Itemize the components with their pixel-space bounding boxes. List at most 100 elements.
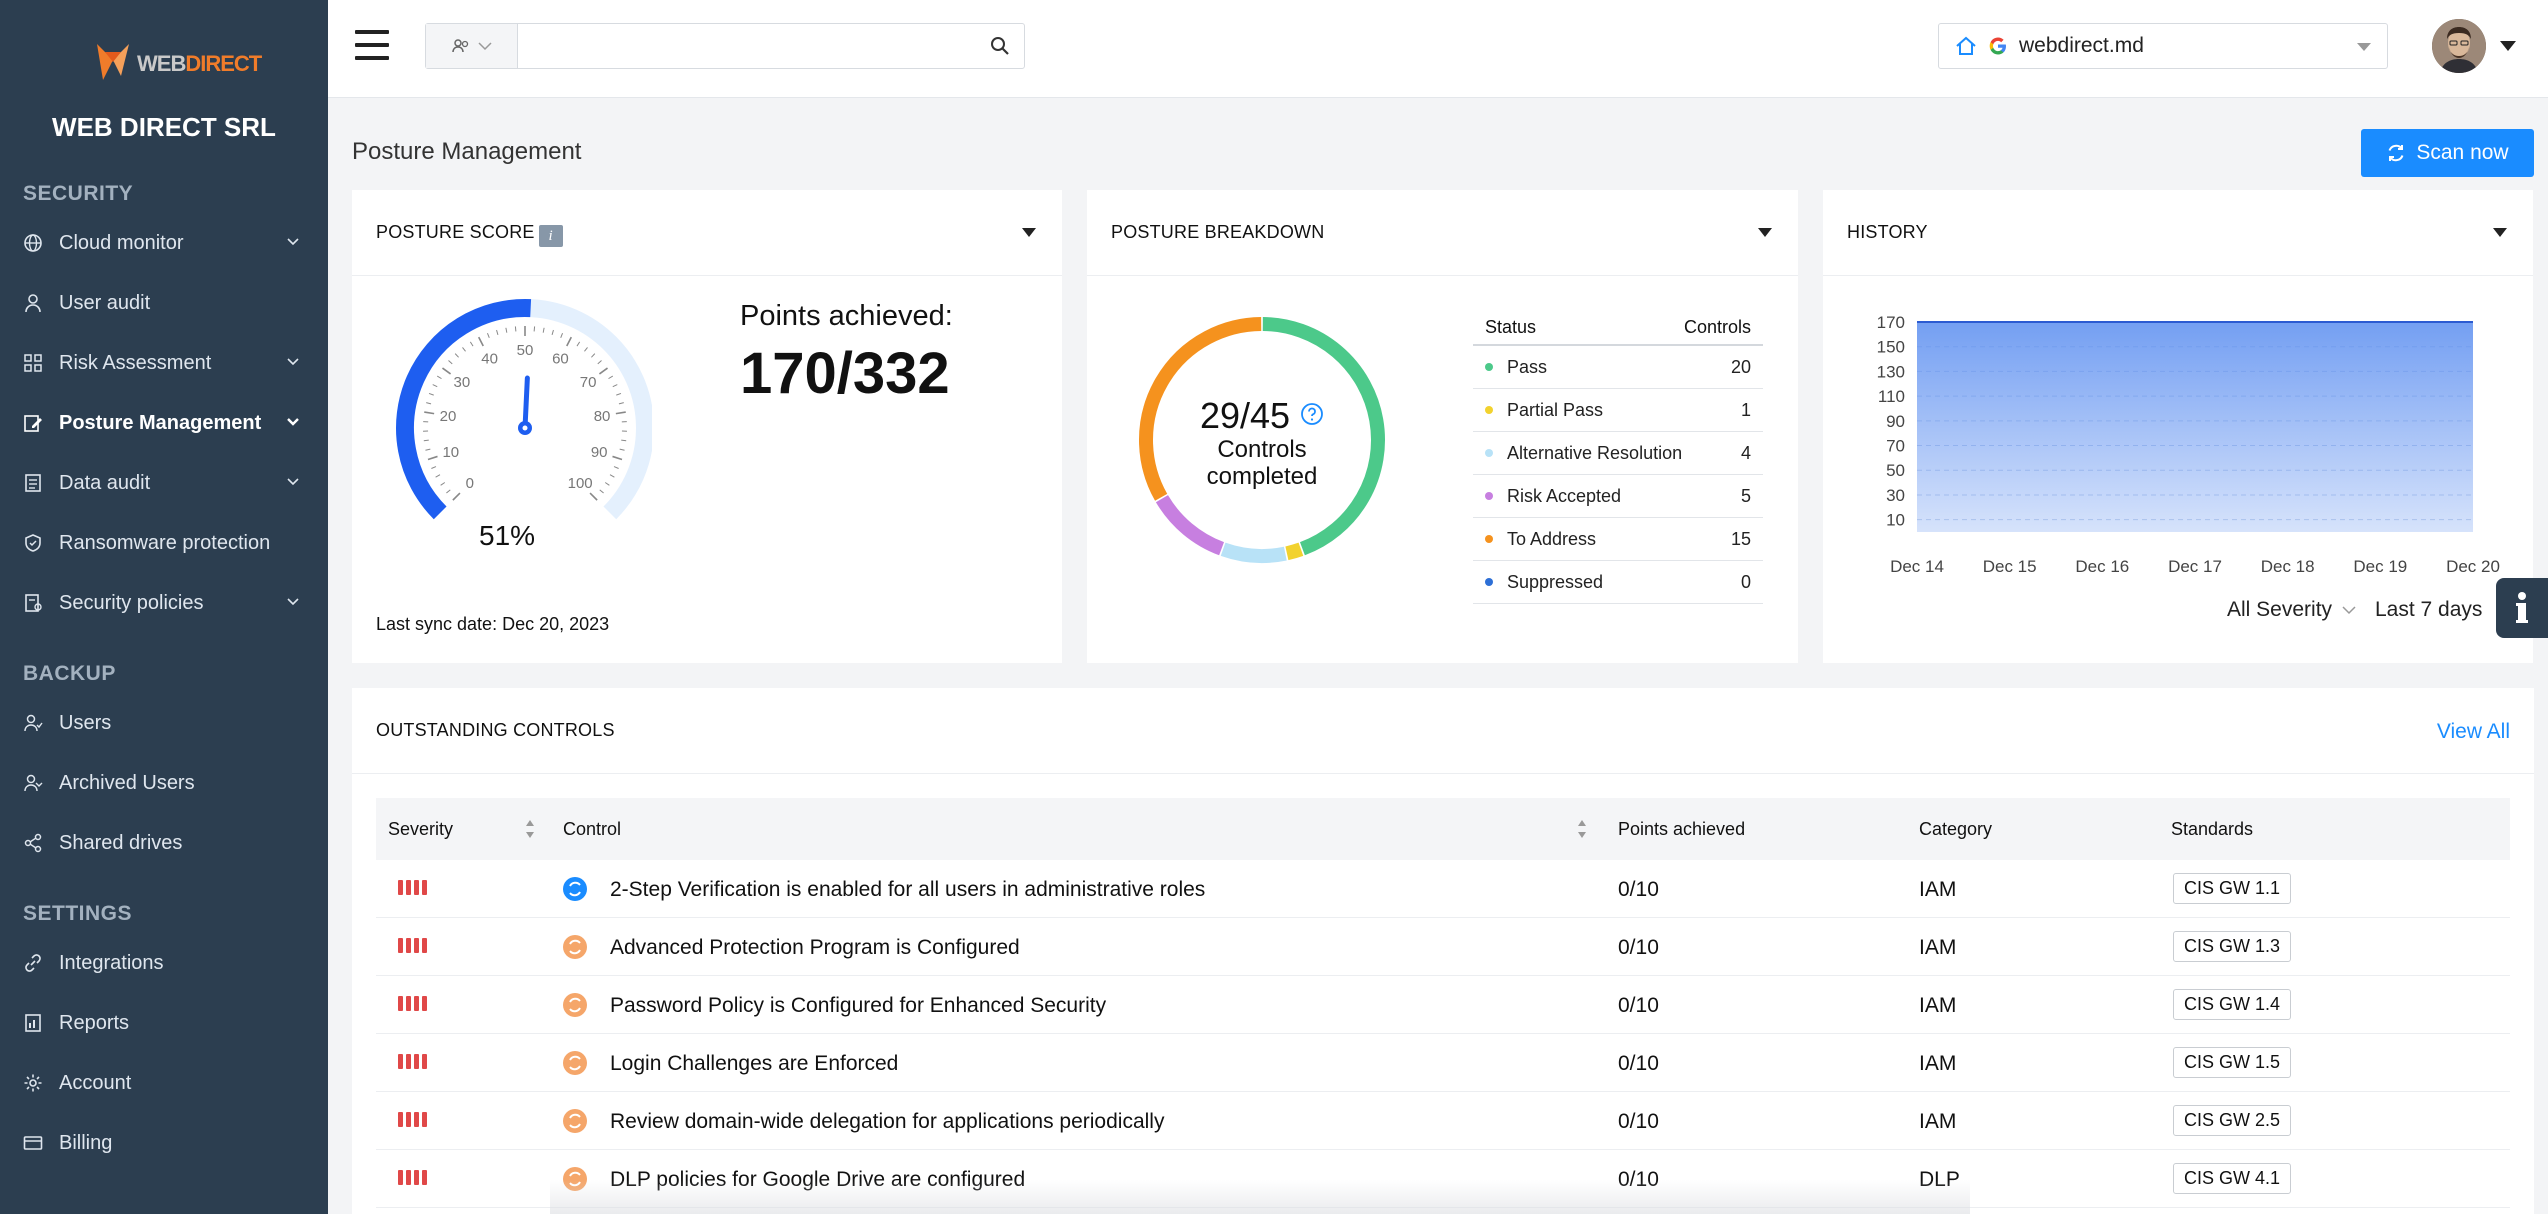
sidebar-item-label: Posture Management [59, 411, 262, 434]
posture-score-card: POSTURE SCORE i 0 10 20 30 40 50 60 70 80 90 100 51… [352, 190, 1062, 663]
chevron-down-icon [287, 598, 299, 606]
sidebar-item-account[interactable]: Account [0, 1057, 328, 1109]
range-filter[interactable]: Last 7 days [2375, 598, 2482, 622]
chevron-down-icon [287, 418, 299, 426]
to-address-icon [563, 935, 587, 959]
sidebar-item-reports[interactable]: Reports [0, 997, 328, 1049]
control-points: 0/10 [1618, 994, 1659, 1017]
sidebar-item-user-audit[interactable]: User audit [0, 277, 328, 329]
sidebar-item-label: Cloud monitor [59, 231, 184, 254]
x-tick-label: Dec 18 [2261, 557, 2315, 576]
menu-toggle-button[interactable] [355, 30, 389, 60]
info-fab-button[interactable] [2496, 578, 2548, 638]
card-header: POSTURE BREAKDOWN [1087, 190, 1798, 276]
domain-select[interactable]: webdirect.md [1938, 23, 2388, 69]
status-row[interactable]: Pass 20 [1473, 346, 1763, 389]
sidebar-item-label: Reports [59, 1011, 130, 1034]
column-header-control[interactable]: Control [563, 819, 621, 840]
search-input[interactable] [520, 24, 980, 68]
sidebar-item-cloud-monitor[interactable]: Cloud monitor [0, 217, 328, 269]
sidebar: WEBDIRECT WEB DIRECT SRL SECURITY BACKUP… [0, 0, 328, 1214]
search-scope-dropdown[interactable] [426, 24, 518, 68]
card-menu-caret-icon[interactable] [2493, 228, 2507, 237]
help-icon[interactable] [1300, 402, 1324, 426]
sidebar-item-data-audit[interactable]: Data audit [0, 457, 328, 509]
donut-segment-alternative-resolution[interactable] [1220, 542, 1287, 563]
status-dot-icon [1485, 491, 1493, 500]
severity-filter[interactable]: All Severity [2227, 598, 2356, 622]
avatar[interactable] [2432, 19, 2486, 73]
status-row[interactable]: Alternative Resolution 4 [1473, 432, 1763, 475]
sidebar-item-label: User audit [59, 291, 151, 314]
status-row[interactable]: Risk Accepted 5 [1473, 475, 1763, 518]
status-table-header: Status Controls [1473, 310, 1763, 346]
sidebar-item-users[interactable]: Users [0, 697, 328, 749]
points-label: Points achieved: [740, 300, 953, 332]
control-name: Login Challenges are Enforced [610, 1052, 899, 1075]
control-category: IAM [1919, 1110, 1957, 1133]
search-icon[interactable] [990, 36, 1010, 56]
status-count: 5 [1740, 485, 1751, 506]
scan-now-button[interactable]: Scan now [2361, 129, 2534, 177]
last-sync-date: Last sync date: Dec 20, 2023 [376, 614, 610, 634]
gauge-tick-label: 20 [440, 408, 457, 425]
status-label: Suppressed [1507, 571, 1604, 592]
sidebar-item-shared-drives[interactable]: Shared drives [0, 817, 328, 869]
gauge-tick [440, 482, 446, 486]
user-menu-caret-icon[interactable] [2500, 41, 2516, 51]
card-menu-caret-icon[interactable] [1758, 228, 1772, 237]
sort-icon[interactable] [1576, 818, 1588, 840]
severity-critical-icon [398, 1112, 427, 1127]
chevron-down-icon [287, 358, 299, 366]
table-row[interactable]: Advanced Protection Program is Configure… [376, 918, 2510, 976]
control-name: Advanced Protection Program is Configure… [610, 936, 1020, 959]
gauge-tick [425, 448, 431, 451]
status-row[interactable]: To Address 15 [1473, 518, 1763, 561]
status-count: 1 [1740, 399, 1751, 420]
y-tick-label: 30 [1886, 486, 1905, 505]
sidebar-item-archived-users[interactable]: Archived Users [0, 757, 328, 809]
donut-segment-partial-pass[interactable] [1285, 542, 1304, 561]
home-icon [1955, 36, 1977, 56]
to-address-icon [563, 1109, 587, 1133]
chevron-down-icon [287, 238, 299, 246]
table-row[interactable]: DLP policies for Google Drive are config… [376, 1150, 2510, 1208]
gauge-percent: 51% [479, 520, 536, 551]
column-header-category: Category [1919, 819, 1993, 839]
status-label: Alternative Resolution [1507, 442, 1683, 463]
table-row[interactable]: Login Challenges are Enforced 0/10 IAM CIS … [376, 1034, 2510, 1092]
control-name: 2-Step Verification is enabled for all u… [610, 878, 1206, 901]
status-row[interactable]: Suppressed 0 [1473, 561, 1763, 604]
table-row[interactable]: Password Policy is Configured for Enhanc… [376, 976, 2510, 1034]
sidebar-item-integrations[interactable]: Integrations [0, 937, 328, 989]
donut-center-label: Controls completed [1206, 436, 1318, 490]
sort-icon[interactable] [524, 818, 536, 840]
card-menu-caret-icon[interactable] [1022, 228, 1036, 237]
x-tick-label: Dec 15 [1983, 557, 2037, 576]
donut-segment-risk-accepted[interactable] [1155, 494, 1225, 556]
brand-logo[interactable]: WEBDIRECT [95, 42, 262, 82]
view-all-link[interactable]: View All [2437, 720, 2510, 744]
table-row[interactable]: 2-Step Verification is enabled for all u… [376, 860, 2510, 918]
sidebar-item-security-policies[interactable]: Security policies [0, 577, 328, 629]
gauge-tick [576, 341, 581, 347]
sidebar-item-billing[interactable]: Billing [0, 1117, 328, 1169]
sidebar-item-risk-assessment[interactable]: Risk Assessment [0, 337, 328, 389]
card-title: OUTSTANDING CONTROLS [376, 720, 615, 740]
info-icon[interactable]: i [538, 225, 563, 247]
to-address-icon [563, 1051, 587, 1075]
control-name: DLP policies for Google Drive are config… [610, 1168, 1026, 1191]
policy-icon [23, 593, 43, 613]
column-header-severity[interactable]: Severity [388, 819, 453, 840]
sidebar-item-ransomware-protection[interactable]: Ransomware protection [0, 517, 328, 569]
status-row[interactable]: Partial Pass 1 [1473, 389, 1763, 432]
chevron-down-icon [2357, 43, 2371, 51]
in-progress-icon [563, 877, 587, 901]
x-tick-label: Dec 20 [2446, 557, 2500, 576]
table-row[interactable]: Review domain-wide delegation for applic… [376, 1092, 2510, 1150]
edit-icon [23, 413, 43, 433]
gauge-tick [619, 448, 625, 451]
sidebar-item-posture-management[interactable]: Posture Management [0, 397, 328, 449]
gauge-tick [436, 375, 442, 380]
control-points: 0/10 [1618, 1168, 1659, 1191]
